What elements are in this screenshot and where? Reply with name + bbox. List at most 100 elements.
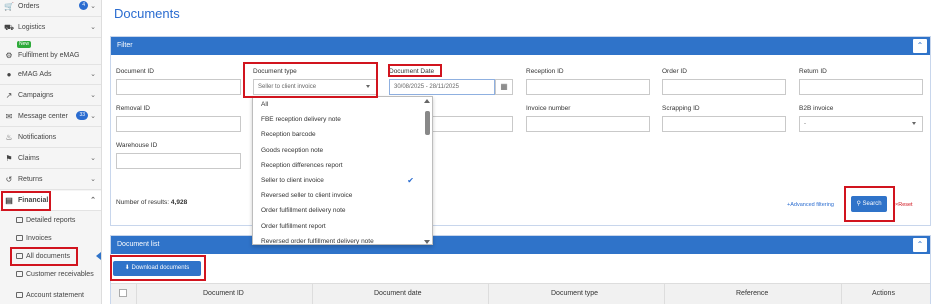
filter-panel-header: Filter ⌃ xyxy=(111,37,930,55)
sidebar-item-label: Notifications xyxy=(18,134,57,141)
sidebar-item-label: Fulfilment by eMAG xyxy=(18,52,80,59)
document-date-input[interactable]: 30/08/2025 - 28/11/2025 xyxy=(389,79,495,95)
reset-link[interactable]: ×Reset xyxy=(895,202,913,208)
reset-label: Reset xyxy=(898,202,913,208)
column-divider xyxy=(664,284,665,304)
column-divider xyxy=(312,284,313,304)
ads-icon: ● xyxy=(6,69,12,79)
results-count: Number of results: 4,928 xyxy=(116,199,187,206)
highlight-search xyxy=(844,186,895,222)
column-actions: Actions xyxy=(872,290,895,297)
folder-icon xyxy=(16,271,23,277)
sidebar-item-emag-ads[interactable]: ● eMAG Ads ⌄ xyxy=(0,65,101,85)
sidebar-item-notifications[interactable]: ♨ Notifications xyxy=(0,128,101,148)
chevron-down-icon: ⌄ xyxy=(90,24,96,31)
calendar-icon[interactable]: ▦ xyxy=(495,79,513,95)
scroll-up-icon[interactable] xyxy=(424,99,430,103)
results-value: 4,928 xyxy=(170,199,188,206)
advanced-filtering-link[interactable]: +Advanced filtering xyxy=(787,202,834,208)
messages-badge: 33 xyxy=(76,111,88,120)
column-reference[interactable]: Reference xyxy=(736,290,768,297)
document-id-label: Document ID xyxy=(116,68,154,75)
highlight-all-documents xyxy=(10,247,78,266)
results-label: Number of results: xyxy=(116,199,170,206)
highlight-financial xyxy=(1,191,51,211)
dropdown-option[interactable]: Goods reception note xyxy=(253,143,432,158)
dropdown-option[interactable]: Order fulfillment delivery note xyxy=(253,203,432,218)
b2b-invoice-value: - xyxy=(804,121,806,127)
warehouse-id-label: Warehouse ID xyxy=(116,142,158,149)
scroll-thumb[interactable] xyxy=(425,111,430,135)
invoice-number-label: Invoice number xyxy=(526,105,571,112)
column-divider xyxy=(488,284,489,304)
sidebar-item-returns[interactable]: ↺ Returns ⌄ xyxy=(0,170,101,190)
chevron-down-icon: ⌄ xyxy=(90,3,96,10)
highlight-document-type xyxy=(243,62,378,98)
sidebar-subitem-label: Account statement xyxy=(26,291,84,299)
dropdown-option[interactable]: Order fulfillment report xyxy=(253,219,432,234)
active-pointer xyxy=(96,252,101,260)
sidebar-subitem-label: Customer receivables xyxy=(26,270,94,278)
sidebar-subitem-invoices[interactable]: Invoices xyxy=(0,229,101,247)
page-title: Documents xyxy=(114,6,180,21)
sidebar-subitem-account-statement[interactable]: Account statement xyxy=(0,286,101,304)
highlight-download xyxy=(110,255,206,281)
sidebar-item-fulfilment[interactable]: New ⚙ Fulfilment by eMAG xyxy=(0,39,101,65)
advanced-filtering-label: Advanced filtering xyxy=(790,202,834,208)
envelope-icon: ✉ xyxy=(5,111,13,121)
dropdown-options: All FBE reception delivery note Reception … xyxy=(253,97,432,244)
folder-icon xyxy=(16,292,23,298)
sidebar-subitem-customer-receivables[interactable]: Customer receivables xyxy=(0,265,101,283)
dropdown-option[interactable]: All xyxy=(253,97,432,112)
sidebar-item-logistics[interactable]: ⛟ Logistics ⌄ xyxy=(0,18,101,38)
sidebar-item-label: Campaigns xyxy=(18,92,54,99)
truck-icon: ⛟ xyxy=(4,22,15,32)
sidebar-item-campaigns[interactable]: ↗ Campaigns ⌄ xyxy=(0,86,101,106)
removal-id-input[interactable] xyxy=(116,116,241,132)
document-list-header: Document list ⌃ xyxy=(111,236,930,254)
warehouse-id-input[interactable] xyxy=(116,153,241,169)
scrapping-id-input[interactable] xyxy=(662,116,786,132)
return-id-input[interactable] xyxy=(799,79,923,95)
select-all-checkbox[interactable] xyxy=(119,289,127,297)
dropdown-option[interactable]: Seller to client invoice ✔ xyxy=(253,173,432,188)
orders-badge: 4 xyxy=(79,1,88,10)
sidebar-item-label: Logistics xyxy=(18,24,46,31)
column-document-id[interactable]: Document ID xyxy=(203,290,244,297)
checkmark-icon: ✔ xyxy=(407,175,414,185)
dropdown-option[interactable]: Reversed order fulfillment delivery note xyxy=(253,234,432,244)
dropdown-option[interactable]: FBE reception delivery note xyxy=(253,112,432,127)
dropdown-scrollbar[interactable] xyxy=(424,99,430,244)
highlight-document-date xyxy=(388,64,442,77)
sidebar-item-message-center[interactable]: ✉ Message center 33 ⌄ xyxy=(0,107,101,127)
chevron-down-icon: ⌄ xyxy=(90,176,96,183)
column-document-date[interactable]: Document date xyxy=(374,290,421,297)
dropdown-option[interactable]: Reception differences report xyxy=(253,158,432,173)
document-id-input[interactable] xyxy=(116,79,241,95)
sidebar-item-label: Orders xyxy=(18,3,40,10)
order-id-label: Order ID xyxy=(662,68,687,75)
sidebar-item-label: eMAG Ads xyxy=(18,71,52,78)
scrapping-id-label: Scrapping ID xyxy=(662,105,700,112)
dropdown-option[interactable]: Reception barcode xyxy=(253,127,432,142)
chevron-up-icon: ⌃ xyxy=(90,197,96,204)
sidebar-item-label: Message center xyxy=(18,113,68,120)
undo-icon: ↺ xyxy=(5,174,13,184)
sidebar-item-claims[interactable]: ⚑ Claims ⌄ xyxy=(0,149,101,169)
document-table-header: Document ID Document date Document type … xyxy=(111,283,930,304)
scroll-down-icon[interactable] xyxy=(424,240,430,244)
folder-icon xyxy=(16,217,23,223)
dropdown-option[interactable]: Reversed seller to client invoice xyxy=(253,188,432,203)
b2b-invoice-select[interactable]: - xyxy=(799,116,923,132)
collapse-filter-button[interactable]: ⌃ xyxy=(913,39,927,53)
column-document-type[interactable]: Document type xyxy=(551,290,598,297)
order-id-input[interactable] xyxy=(662,79,786,95)
sidebar-item-orders[interactable]: 🛒 Orders 4 ⌄ xyxy=(0,0,101,17)
collapse-list-button[interactable]: ⌃ xyxy=(913,238,927,252)
invoice-number-input[interactable] xyxy=(526,116,650,132)
document-type-dropdown: All FBE reception delivery note Reception … xyxy=(252,96,433,245)
sidebar-subitem-label: Invoices xyxy=(26,234,52,242)
sidebar-subitem-label: Detailed reports xyxy=(26,216,76,224)
sidebar-subitem-detailed-reports[interactable]: Detailed reports xyxy=(0,211,101,229)
reception-id-input[interactable] xyxy=(526,79,650,95)
